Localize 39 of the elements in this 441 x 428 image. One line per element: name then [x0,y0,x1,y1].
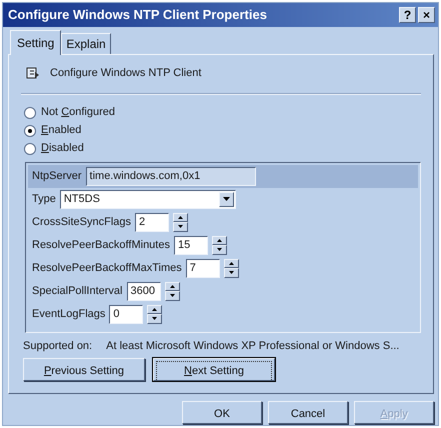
radio-label[interactable]: Disabled [41,140,84,157]
radio-button[interactable] [24,142,36,154]
nav-button[interactable]: Previous Setting [23,358,145,381]
setting-label: SpecialPollInterval [32,284,122,299]
close-button[interactable]: × [418,7,435,23]
dropdown-value: NT5DS [64,192,100,206]
spin-field[interactable]: 7 [186,258,220,278]
setting-label: ResolvePeerBackoffMaxTimes [32,260,182,276]
radio-button[interactable] [24,106,36,118]
supported-value: At least Microsoft Windows XP Professional or Windows S... [106,338,400,354]
dropdown[interactable]: NT5DS [60,190,236,208]
help-button[interactable]: ? [399,7,416,23]
policy-name: Configure Windows NTP Client [50,66,202,81]
setting-label: Type [32,192,56,207]
setting-label: EventLogFlags [32,306,106,322]
spinner[interactable] [173,212,188,232]
tab[interactable]: Setting [10,30,62,55]
spin-field[interactable]: 0 [109,304,144,324]
spin-field[interactable]: 2 [135,212,170,232]
spinner[interactable] [147,304,162,324]
supported-label: Supported on: [23,338,92,354]
radio-label[interactable]: Enabled [41,122,82,139]
dialog-button[interactable]: OK [182,401,262,424]
policy-icon [26,66,40,80]
radio-button[interactable] [24,124,36,136]
spin-field[interactable]: 15 [174,236,208,254]
setting-label: NtpServer [32,168,82,184]
tab[interactable]: Explain [61,33,111,54]
nav-button[interactable]: Next Setting [153,358,275,381]
spinner[interactable] [164,282,180,300]
setting-label: ResolvePeerBackoffMinutes [32,238,170,253]
radio-label[interactable]: Not Configured [41,104,116,121]
setting-label: CrossSiteSyncFlags [32,214,132,230]
text-field[interactable]: time.windows.com,0x1 [86,166,256,186]
dialog-button[interactable]: Cancel [268,401,348,424]
spinner[interactable] [212,236,227,254]
spin-field[interactable]: 3600 [126,282,160,300]
spinner[interactable] [224,258,239,278]
window-title: Configure Windows NTP Client Properties [8,6,268,24]
